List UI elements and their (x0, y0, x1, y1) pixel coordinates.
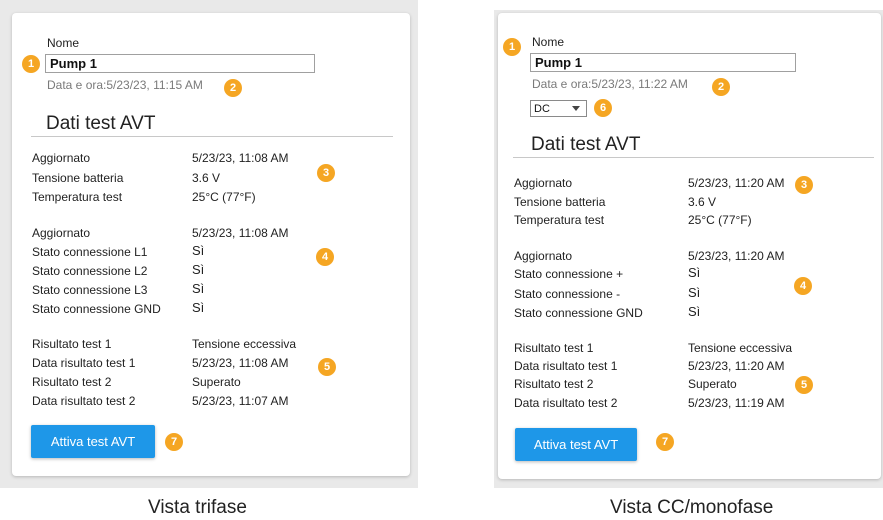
left-g2-label-2: Stato connessione L2 (32, 264, 148, 278)
right-g2-value-2: Sì (688, 285, 701, 300)
right-g2-label-2: Stato connessione - (514, 287, 621, 301)
left-badge-3: 3 (317, 164, 335, 182)
left-divider (31, 136, 393, 137)
left-g3-label-0: Risultato test 1 (32, 337, 112, 351)
right-g1-value-1: 3.6 V (688, 195, 717, 209)
left-g1-label-0: Aggiornato (32, 151, 91, 165)
right-g2-label-1: Stato connessione + (514, 267, 624, 281)
left-g2-value-2: Sì (192, 262, 205, 277)
right-g2-value-0: 5/23/23, 11:20 AM (688, 249, 785, 263)
right-g2-label-0: Aggiornato (514, 249, 573, 263)
right-caption: Vista CC/monofase (610, 497, 774, 518)
right-g3-label-2: Risultato test 2 (514, 377, 594, 391)
right-g3-value-3: 5/23/23, 11:19 AM (688, 396, 785, 410)
right-badge-6: 6 (594, 99, 612, 117)
left-g1-value-2: 25°C (77°F) (192, 190, 256, 204)
right-g1-label-1: Tensione batteria (514, 195, 606, 209)
left-g1-value-0: 5/23/23, 11:08 AM (192, 151, 289, 165)
left-g2-label-0: Aggiornato (32, 226, 91, 240)
right-g3-label-3: Data risultato test 2 (514, 396, 618, 410)
left-g2-value-4: Sì (192, 300, 205, 315)
left-badge-1: 1 (22, 55, 40, 73)
right-badge-4: 4 (794, 277, 812, 295)
right-g1-label-2: Temperatura test (514, 213, 605, 227)
left-g3-value-0: Tensione eccessiva (192, 337, 297, 351)
left-g2-label-3: Stato connessione L3 (32, 283, 148, 297)
left-g1-label-1: Tensione batteria (32, 171, 124, 185)
right-badge-7: 7 (656, 433, 674, 451)
left-g2-value-1: Sì (192, 243, 205, 258)
left-activate-avt-button[interactable]: Attiva test AVT (31, 425, 155, 458)
right-type-select[interactable]: DC (530, 100, 587, 117)
left-section-title: Dati test AVT (46, 113, 156, 134)
right-name-label: Nome (532, 35, 565, 49)
right-g2-label-3: Stato connessione GND (514, 306, 643, 320)
right-g3-value-0: Tensione eccessiva (688, 341, 793, 355)
left-g3-value-3: 5/23/23, 11:07 AM (192, 394, 289, 408)
left-name-label: Nome (47, 36, 80, 50)
left-badge-4: 4 (316, 248, 334, 266)
right-g2-value-1: Sì (688, 265, 701, 280)
right-g1-label-0: Aggiornato (514, 176, 573, 190)
left-g3-label-2: Risultato test 2 (32, 375, 112, 389)
left-g3-value-1: 5/23/23, 11:08 AM (192, 356, 289, 370)
left-g3-value-2: Superato (192, 375, 241, 389)
chevron-down-icon (572, 106, 580, 111)
left-g1-value-1: 3.6 V (192, 171, 221, 185)
right-badge-3: 3 (795, 176, 813, 194)
right-g3-label-1: Data risultato test 1 (514, 359, 618, 373)
right-g3-value-1: 5/23/23, 11:20 AM (688, 359, 785, 373)
right-date-time: Data e ora:5/23/23, 11:22 AM (532, 77, 688, 91)
left-g2-value-3: Sì (192, 281, 205, 296)
left-name-input[interactable] (45, 54, 315, 73)
right-badge-1: 1 (503, 38, 521, 56)
left-badge-7: 7 (165, 433, 183, 451)
right-g3-label-0: Risultato test 1 (514, 341, 594, 355)
left-badge-5: 5 (318, 358, 336, 376)
right-g1-value-2: 25°C (77°F) (688, 213, 752, 227)
right-divider (513, 157, 874, 158)
left-date-time: Data e ora:5/23/23, 11:15 AM (47, 78, 203, 92)
right-g2-value-3: Sì (688, 304, 701, 319)
left-g2-label-1: Stato connessione L1 (32, 245, 148, 259)
left-g1-label-2: Temperatura test (32, 190, 123, 204)
right-activate-avt-button[interactable]: Attiva test AVT (515, 428, 637, 461)
right-name-input[interactable] (530, 53, 796, 72)
left-g3-label-3: Data risultato test 2 (32, 394, 136, 408)
right-badge-2: 2 (712, 78, 730, 96)
left-caption: Vista trifase (148, 497, 247, 518)
right-section-title: Dati test AVT (531, 134, 641, 155)
right-badge-5: 5 (795, 376, 813, 394)
left-g2-label-4: Stato connessione GND (32, 302, 161, 316)
left-g3-label-1: Data risultato test 1 (32, 356, 136, 370)
left-badge-2: 2 (224, 79, 242, 97)
right-g3-value-2: Superato (688, 377, 737, 391)
left-g2-value-0: 5/23/23, 11:08 AM (192, 226, 289, 240)
right-g1-value-0: 5/23/23, 11:20 AM (688, 176, 785, 190)
right-type-select-value: DC (534, 102, 550, 115)
